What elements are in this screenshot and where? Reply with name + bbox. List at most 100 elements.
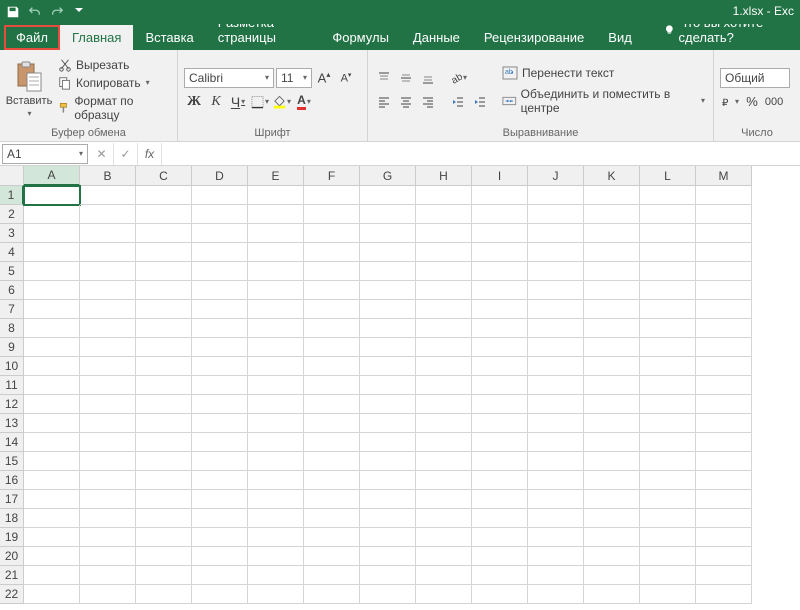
increase-indent-button[interactable] <box>470 92 490 112</box>
cell[interactable] <box>136 547 192 566</box>
cell[interactable] <box>416 281 472 300</box>
cell[interactable] <box>416 376 472 395</box>
cell[interactable] <box>528 547 584 566</box>
cell[interactable] <box>528 357 584 376</box>
cell[interactable] <box>192 205 248 224</box>
cell[interactable] <box>640 471 696 490</box>
tab-data[interactable]: Данные <box>401 25 472 50</box>
cell[interactable] <box>136 452 192 471</box>
row-header[interactable]: 3 <box>0 224 24 243</box>
cell[interactable] <box>696 471 752 490</box>
cell[interactable] <box>24 205 80 224</box>
cell[interactable] <box>248 224 304 243</box>
row-header[interactable]: 10 <box>0 357 24 376</box>
cell[interactable] <box>248 338 304 357</box>
cell[interactable] <box>248 433 304 452</box>
cell[interactable] <box>696 490 752 509</box>
tab-home[interactable]: Главная <box>60 25 133 50</box>
cell[interactable] <box>640 338 696 357</box>
row-header[interactable]: 14 <box>0 433 24 452</box>
cell[interactable] <box>416 224 472 243</box>
cell[interactable] <box>136 376 192 395</box>
cell[interactable] <box>360 452 416 471</box>
row-header[interactable]: 13 <box>0 414 24 433</box>
cell[interactable] <box>304 414 360 433</box>
cell[interactable] <box>640 300 696 319</box>
cell[interactable] <box>24 509 80 528</box>
cell[interactable] <box>360 585 416 604</box>
cell[interactable] <box>24 338 80 357</box>
number-format-combo[interactable]: Общий <box>720 68 790 88</box>
copy-button[interactable]: Копировать▾ <box>56 75 171 91</box>
cell[interactable] <box>192 281 248 300</box>
cell[interactable] <box>696 262 752 281</box>
cell[interactable] <box>304 205 360 224</box>
cell[interactable] <box>640 281 696 300</box>
cell[interactable] <box>360 547 416 566</box>
cell[interactable] <box>24 376 80 395</box>
cell[interactable] <box>696 376 752 395</box>
cell[interactable] <box>640 585 696 604</box>
cell[interactable] <box>80 281 136 300</box>
cell[interactable] <box>136 281 192 300</box>
cell[interactable] <box>80 338 136 357</box>
cell[interactable] <box>24 490 80 509</box>
cell[interactable] <box>24 452 80 471</box>
cell[interactable] <box>528 585 584 604</box>
cell[interactable] <box>192 471 248 490</box>
cell[interactable] <box>416 566 472 585</box>
cell[interactable] <box>528 319 584 338</box>
cell[interactable] <box>696 528 752 547</box>
cell[interactable] <box>304 281 360 300</box>
cell[interactable] <box>248 452 304 471</box>
column-header[interactable]: E <box>248 166 304 186</box>
cell[interactable] <box>416 414 472 433</box>
undo-icon[interactable] <box>26 3 44 21</box>
cell[interactable] <box>80 433 136 452</box>
cell[interactable] <box>528 433 584 452</box>
align-middle-button[interactable] <box>396 68 416 88</box>
cell[interactable] <box>696 281 752 300</box>
cell[interactable] <box>24 186 80 205</box>
cell[interactable] <box>584 471 640 490</box>
column-header[interactable]: G <box>360 166 416 186</box>
cell[interactable] <box>24 300 80 319</box>
cell[interactable] <box>136 509 192 528</box>
row-header[interactable]: 18 <box>0 509 24 528</box>
cell[interactable] <box>248 281 304 300</box>
cell[interactable] <box>248 585 304 604</box>
column-header[interactable]: A <box>24 166 80 186</box>
cell[interactable] <box>360 281 416 300</box>
cell[interactable] <box>416 243 472 262</box>
cell[interactable] <box>528 338 584 357</box>
row-header[interactable]: 17 <box>0 490 24 509</box>
cell[interactable] <box>584 585 640 604</box>
cell[interactable] <box>248 262 304 281</box>
row-header[interactable]: 16 <box>0 471 24 490</box>
row-header[interactable]: 5 <box>0 262 24 281</box>
cell[interactable] <box>640 357 696 376</box>
wrap-text-button[interactable]: ab Перенести текст <box>500 64 707 82</box>
cell[interactable] <box>80 243 136 262</box>
cell[interactable] <box>640 452 696 471</box>
cell[interactable] <box>360 186 416 205</box>
cell[interactable] <box>192 224 248 243</box>
cell[interactable] <box>24 471 80 490</box>
row-header[interactable]: 6 <box>0 281 24 300</box>
cell[interactable] <box>528 262 584 281</box>
cell[interactable] <box>584 547 640 566</box>
align-top-button[interactable] <box>374 68 394 88</box>
column-header[interactable]: H <box>416 166 472 186</box>
tab-view[interactable]: Вид <box>596 25 644 50</box>
tab-review[interactable]: Рецензирование <box>472 25 596 50</box>
cell[interactable] <box>472 414 528 433</box>
cell[interactable] <box>304 395 360 414</box>
align-bottom-button[interactable] <box>418 68 438 88</box>
cell[interactable] <box>528 243 584 262</box>
cell[interactable] <box>136 490 192 509</box>
fill-color-button[interactable]: ▾ <box>272 92 292 112</box>
row-header[interactable]: 21 <box>0 566 24 585</box>
cell[interactable] <box>472 205 528 224</box>
underline-button[interactable]: Ч▾ <box>228 92 248 112</box>
cell[interactable] <box>248 319 304 338</box>
